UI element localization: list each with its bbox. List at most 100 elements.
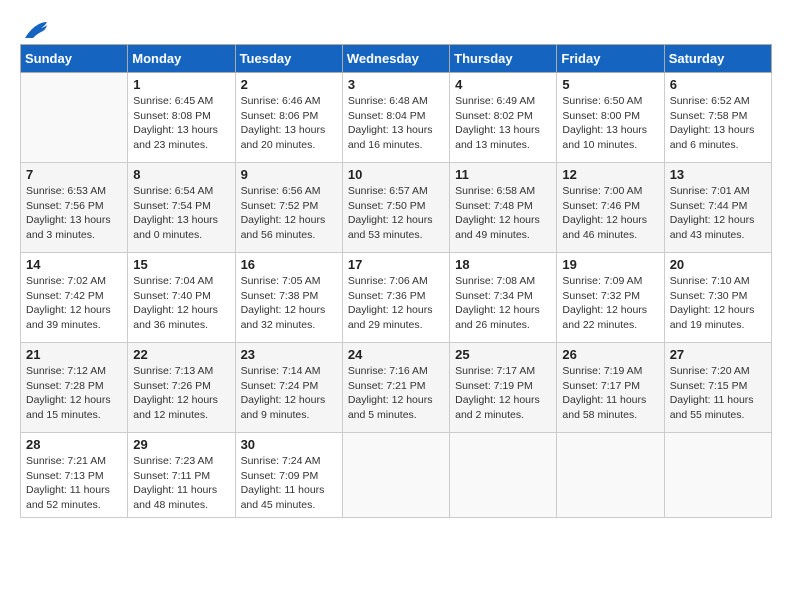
- day-info: Sunrise: 7:23 AMSunset: 7:11 PMDaylight:…: [133, 454, 229, 513]
- day-info: Sunrise: 7:06 AMSunset: 7:36 PMDaylight:…: [348, 274, 444, 333]
- calendar-cell: 2 Sunrise: 6:46 AMSunset: 8:06 PMDaylight…: [235, 73, 342, 163]
- day-number: 19: [562, 257, 658, 272]
- day-number: 4: [455, 77, 551, 92]
- calendar-cell: 1 Sunrise: 6:45 AMSunset: 8:08 PMDaylight…: [128, 73, 235, 163]
- day-number: 6: [670, 77, 766, 92]
- day-number: 29: [133, 437, 229, 452]
- calendar-cell: 13 Sunrise: 7:01 AMSunset: 7:44 PMDayligh…: [664, 163, 771, 253]
- calendar-cell: 22 Sunrise: 7:13 AMSunset: 7:26 PMDayligh…: [128, 343, 235, 433]
- day-header-thursday: Thursday: [450, 45, 557, 73]
- day-number: 10: [348, 167, 444, 182]
- calendar-cell: 24 Sunrise: 7:16 AMSunset: 7:21 PMDayligh…: [342, 343, 449, 433]
- calendar-cell: 28Sunrise: 7:21 AMSunset: 7:13 PMDayligh…: [21, 433, 128, 518]
- calendar-cell: 25 Sunrise: 7:17 AMSunset: 7:19 PMDayligh…: [450, 343, 557, 433]
- day-info: Sunrise: 7:24 AMSunset: 7:09 PMDaylight:…: [241, 454, 337, 513]
- day-number: 12: [562, 167, 658, 182]
- day-header-saturday: Saturday: [664, 45, 771, 73]
- calendar-cell: [450, 433, 557, 518]
- day-header-monday: Monday: [128, 45, 235, 73]
- day-header-tuesday: Tuesday: [235, 45, 342, 73]
- calendar-cell: 11 Sunrise: 6:58 AMSunset: 7:48 PMDayligh…: [450, 163, 557, 253]
- day-info: Sunrise: 7:01 AMSunset: 7:44 PMDaylight:…: [670, 184, 766, 243]
- day-info: Sunrise: 7:08 AMSunset: 7:34 PMDaylight:…: [455, 274, 551, 333]
- day-number: 7: [26, 167, 122, 182]
- day-info: Sunrise: 7:19 AMSunset: 7:17 PMDaylight:…: [562, 364, 658, 423]
- day-info: Sunrise: 6:48 AMSunset: 8:04 PMDaylight:…: [348, 94, 444, 153]
- calendar-cell: 3 Sunrise: 6:48 AMSunset: 8:04 PMDaylight…: [342, 73, 449, 163]
- calendar-cell: 19 Sunrise: 7:09 AMSunset: 7:32 PMDayligh…: [557, 253, 664, 343]
- day-info: Sunrise: 6:45 AMSunset: 8:08 PMDaylight:…: [133, 94, 229, 153]
- day-info: Sunrise: 7:14 AMSunset: 7:24 PMDaylight:…: [241, 364, 337, 423]
- calendar-cell: 26 Sunrise: 7:19 AMSunset: 7:17 PMDayligh…: [557, 343, 664, 433]
- day-number: 18: [455, 257, 551, 272]
- calendar-cell: [664, 433, 771, 518]
- day-info: Sunrise: 7:12 AMSunset: 7:28 PMDaylight:…: [26, 364, 122, 423]
- day-header-sunday: Sunday: [21, 45, 128, 73]
- calendar-cell: 8 Sunrise: 6:54 AMSunset: 7:54 PMDaylight…: [128, 163, 235, 253]
- day-info: Sunrise: 7:16 AMSunset: 7:21 PMDaylight:…: [348, 364, 444, 423]
- day-number: 5: [562, 77, 658, 92]
- calendar-week-row: 1 Sunrise: 6:45 AMSunset: 8:08 PMDaylight…: [21, 73, 772, 163]
- day-header-wednesday: Wednesday: [342, 45, 449, 73]
- calendar-header-row: SundayMondayTuesdayWednesdayThursdayFrid…: [21, 45, 772, 73]
- calendar-cell: 14 Sunrise: 7:02 AMSunset: 7:42 PMDayligh…: [21, 253, 128, 343]
- page-header: [20, 20, 772, 36]
- day-number: 28: [26, 437, 122, 452]
- day-info: Sunrise: 7:09 AMSunset: 7:32 PMDaylight:…: [562, 274, 658, 333]
- calendar-cell: 30 Sunrise: 7:24 AMSunset: 7:09 PMDayligh…: [235, 433, 342, 518]
- day-number: 11: [455, 167, 551, 182]
- calendar-cell: [21, 73, 128, 163]
- calendar-cell: 21 Sunrise: 7:12 AMSunset: 7:28 PMDayligh…: [21, 343, 128, 433]
- day-info: Sunrise: 6:57 AMSunset: 7:50 PMDaylight:…: [348, 184, 444, 243]
- day-info: Sunrise: 7:05 AMSunset: 7:38 PMDaylight:…: [241, 274, 337, 333]
- calendar-cell: 20Sunrise: 7:10 AMSunset: 7:30 PMDayligh…: [664, 253, 771, 343]
- day-info: Sunrise: 6:54 AMSunset: 7:54 PMDaylight:…: [133, 184, 229, 243]
- day-info: Sunrise: 6:46 AMSunset: 8:06 PMDaylight:…: [241, 94, 337, 153]
- day-info: Sunrise: 7:20 AMSunset: 7:15 PMDaylight:…: [670, 364, 766, 423]
- calendar-cell: 16 Sunrise: 7:05 AMSunset: 7:38 PMDayligh…: [235, 253, 342, 343]
- calendar-cell: [557, 433, 664, 518]
- logo-bird-icon: [23, 20, 49, 40]
- day-info: Sunrise: 7:13 AMSunset: 7:26 PMDaylight:…: [133, 364, 229, 423]
- calendar-week-row: 7Sunrise: 6:53 AMSunset: 7:56 PMDaylight…: [21, 163, 772, 253]
- calendar-cell: 4 Sunrise: 6:49 AMSunset: 8:02 PMDaylight…: [450, 73, 557, 163]
- calendar-cell: 15Sunrise: 7:04 AMSunset: 7:40 PMDayligh…: [128, 253, 235, 343]
- calendar-cell: 27 Sunrise: 7:20 AMSunset: 7:15 PMDayligh…: [664, 343, 771, 433]
- calendar-cell: 17 Sunrise: 7:06 AMSunset: 7:36 PMDayligh…: [342, 253, 449, 343]
- day-number: 16: [241, 257, 337, 272]
- calendar-cell: 23Sunrise: 7:14 AMSunset: 7:24 PMDayligh…: [235, 343, 342, 433]
- day-number: 8: [133, 167, 229, 182]
- day-info: Sunrise: 6:56 AMSunset: 7:52 PMDaylight:…: [241, 184, 337, 243]
- calendar-cell: 6 Sunrise: 6:52 AMSunset: 7:58 PMDaylight…: [664, 73, 771, 163]
- day-number: 25: [455, 347, 551, 362]
- day-number: 30: [241, 437, 337, 452]
- day-number: 27: [670, 347, 766, 362]
- day-info: Sunrise: 7:02 AMSunset: 7:42 PMDaylight:…: [26, 274, 122, 333]
- day-number: 26: [562, 347, 658, 362]
- day-header-friday: Friday: [557, 45, 664, 73]
- calendar-week-row: 28Sunrise: 7:21 AMSunset: 7:13 PMDayligh…: [21, 433, 772, 518]
- calendar-cell: 10 Sunrise: 6:57 AMSunset: 7:50 PMDayligh…: [342, 163, 449, 253]
- day-number: 13: [670, 167, 766, 182]
- day-info: Sunrise: 7:17 AMSunset: 7:19 PMDaylight:…: [455, 364, 551, 423]
- day-number: 3: [348, 77, 444, 92]
- calendar-cell: 12 Sunrise: 7:00 AMSunset: 7:46 PMDayligh…: [557, 163, 664, 253]
- day-info: Sunrise: 6:49 AMSunset: 8:02 PMDaylight:…: [455, 94, 551, 153]
- day-number: 21: [26, 347, 122, 362]
- day-info: Sunrise: 7:10 AMSunset: 7:30 PMDaylight:…: [670, 274, 766, 333]
- day-info: Sunrise: 7:00 AMSunset: 7:46 PMDaylight:…: [562, 184, 658, 243]
- calendar-cell: 7Sunrise: 6:53 AMSunset: 7:56 PMDaylight…: [21, 163, 128, 253]
- day-info: Sunrise: 6:58 AMSunset: 7:48 PMDaylight:…: [455, 184, 551, 243]
- day-info: Sunrise: 6:52 AMSunset: 7:58 PMDaylight:…: [670, 94, 766, 153]
- day-number: 22: [133, 347, 229, 362]
- day-number: 24: [348, 347, 444, 362]
- calendar-cell: [342, 433, 449, 518]
- day-number: 2: [241, 77, 337, 92]
- calendar-cell: 5Sunrise: 6:50 AMSunset: 8:00 PMDaylight…: [557, 73, 664, 163]
- calendar-cell: 29 Sunrise: 7:23 AMSunset: 7:11 PMDayligh…: [128, 433, 235, 518]
- calendar-cell: 9Sunrise: 6:56 AMSunset: 7:52 PMDaylight…: [235, 163, 342, 253]
- day-number: 1: [133, 77, 229, 92]
- day-number: 15: [133, 257, 229, 272]
- day-number: 14: [26, 257, 122, 272]
- day-number: 17: [348, 257, 444, 272]
